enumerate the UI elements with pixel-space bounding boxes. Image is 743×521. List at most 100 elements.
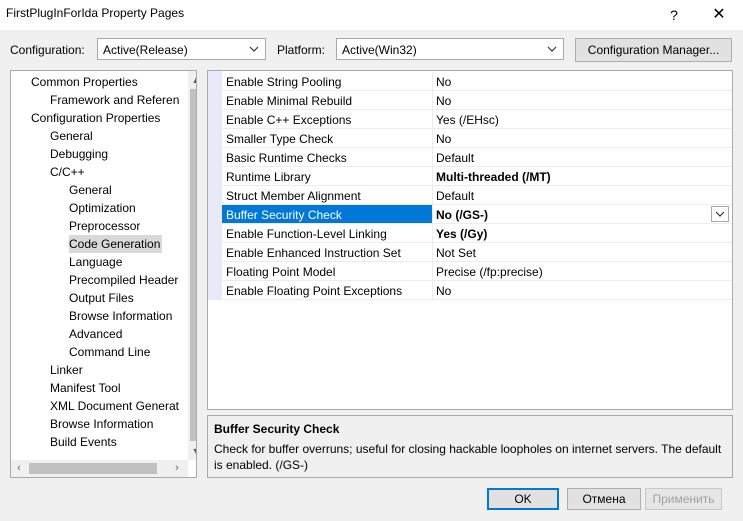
tree-item[interactable]: Build Events bbox=[50, 433, 117, 451]
property-row[interactable]: Smaller Type Check No bbox=[222, 129, 732, 148]
apply-button[interactable]: Применить bbox=[645, 488, 722, 510]
property-name: Struct Member Alignment bbox=[226, 189, 361, 203]
column-separator bbox=[432, 281, 433, 300]
scroll-down-icon[interactable]: ▼ bbox=[188, 443, 196, 459]
tree-item[interactable]: Common Properties bbox=[31, 73, 138, 91]
property-row[interactable]: Enable String Pooling No bbox=[222, 72, 732, 91]
description-panel: Buffer Security Check Check for buffer o… bbox=[207, 415, 733, 478]
tree-item[interactable]: Framework and Referen bbox=[50, 91, 179, 109]
property-value[interactable]: No bbox=[436, 92, 451, 110]
tree-item[interactable]: General bbox=[69, 181, 112, 199]
property-name: Enable C++ Exceptions bbox=[226, 113, 352, 127]
column-separator bbox=[432, 110, 433, 129]
property-value[interactable]: Precise (/fp:precise) bbox=[436, 263, 543, 281]
ok-button[interactable]: OK bbox=[487, 488, 559, 510]
property-row[interactable]: Enable C++ Exceptions Yes (/EHsc) bbox=[222, 110, 732, 129]
property-value[interactable]: No bbox=[436, 130, 451, 148]
property-value[interactable]: No bbox=[436, 282, 451, 300]
tree-item[interactable]: Advanced bbox=[69, 325, 122, 343]
column-separator bbox=[432, 72, 433, 91]
tree-hscroll-thumb[interactable] bbox=[29, 463, 157, 474]
help-button[interactable]: ? bbox=[660, 4, 688, 26]
property-name: Buffer Security Check bbox=[226, 208, 342, 222]
configuration-label: Configuration: bbox=[10, 43, 85, 57]
tree-item[interactable]: Manifest Tool bbox=[50, 379, 120, 397]
column-separator bbox=[432, 186, 433, 205]
column-separator bbox=[432, 224, 433, 243]
description-text: Check for buffer overruns; useful for cl… bbox=[214, 442, 722, 472]
tree-item[interactable]: Code Generation bbox=[69, 235, 163, 253]
chevron-down-icon bbox=[249, 46, 259, 52]
row-divider bbox=[222, 299, 732, 300]
tree-item[interactable]: Precompiled Header bbox=[69, 271, 178, 289]
title-bar: FirstPlugInForIda Property Pages ? ✕ bbox=[0, 0, 743, 30]
column-separator bbox=[432, 148, 433, 167]
configuration-combo[interactable]: Active(Release) bbox=[97, 38, 266, 60]
property-value[interactable]: Default bbox=[436, 149, 474, 167]
column-separator bbox=[432, 129, 433, 148]
tree-item[interactable]: Linker bbox=[50, 361, 83, 379]
scroll-up-icon[interactable]: ▲ bbox=[188, 72, 196, 88]
property-value[interactable]: Yes (/EHsc) bbox=[436, 111, 499, 129]
property-name: Enable Function-Level Linking bbox=[226, 227, 387, 241]
property-row[interactable]: Enable Function-Level Linking Yes (/Gy) bbox=[222, 224, 732, 243]
tree-item[interactable]: C/C++ bbox=[50, 163, 85, 181]
property-name: Enable String Pooling bbox=[226, 75, 342, 89]
column-separator bbox=[432, 243, 433, 262]
tree-item[interactable]: Preprocessor bbox=[69, 217, 140, 235]
tree-horizontal-scrollbar[interactable]: ‹ › bbox=[11, 460, 188, 477]
tree-item[interactable]: Language bbox=[69, 253, 122, 271]
property-value[interactable]: Not Set bbox=[436, 244, 476, 262]
property-name: Floating Point Model bbox=[226, 265, 336, 279]
tree-vscroll-thumb[interactable] bbox=[190, 89, 196, 441]
column-separator bbox=[432, 167, 433, 186]
tree-item[interactable]: Output Files bbox=[69, 289, 134, 307]
property-row[interactable]: Buffer Security Check No (/GS-) bbox=[222, 205, 732, 224]
close-button[interactable]: ✕ bbox=[702, 4, 736, 26]
tree-item[interactable]: Browse Information bbox=[69, 307, 172, 325]
configuration-manager-button[interactable]: Configuration Manager... bbox=[575, 38, 732, 62]
property-name: Smaller Type Check bbox=[226, 132, 334, 146]
property-row[interactable]: Enable Floating Point Exceptions No bbox=[222, 281, 732, 300]
chevron-down-icon bbox=[715, 211, 725, 217]
window-title: FirstPlugInForIda Property Pages bbox=[6, 6, 185, 20]
property-name: Basic Runtime Checks bbox=[226, 151, 347, 165]
scroll-left-icon[interactable]: ‹ bbox=[11, 460, 27, 477]
tree-item[interactable]: Command Line bbox=[69, 343, 150, 361]
configuration-value: Active(Release) bbox=[103, 43, 188, 57]
tree-item[interactable]: Browse Information bbox=[50, 415, 153, 433]
property-row[interactable]: Floating Point Model Precise (/fp:precise… bbox=[222, 262, 732, 281]
platform-value: Active(Win32) bbox=[342, 43, 417, 57]
property-name: Enable Minimal Rebuild bbox=[226, 94, 353, 108]
property-name: Enable Enhanced Instruction Set bbox=[226, 246, 401, 260]
property-name: Enable Floating Point Exceptions bbox=[226, 284, 403, 298]
property-value[interactable]: Yes (/Gy) bbox=[436, 225, 487, 243]
column-separator bbox=[432, 262, 433, 281]
property-name: Runtime Library bbox=[226, 170, 311, 184]
property-value[interactable]: Default bbox=[436, 187, 474, 205]
tree-item[interactable]: General bbox=[50, 127, 93, 145]
tree-item[interactable]: XML Document Generat bbox=[50, 397, 179, 415]
property-row[interactable]: Struct Member Alignment Default bbox=[222, 186, 732, 205]
platform-label: Platform: bbox=[277, 43, 326, 57]
scroll-right-icon[interactable]: › bbox=[169, 460, 185, 477]
platform-combo[interactable]: Active(Win32) bbox=[336, 38, 564, 60]
property-value[interactable]: Multi-threaded (/MT) bbox=[436, 168, 551, 186]
property-value[interactable]: No (/GS-) bbox=[436, 206, 488, 224]
chevron-down-icon bbox=[547, 46, 557, 52]
tree-item[interactable]: Configuration Properties bbox=[31, 109, 160, 127]
grid-gutter bbox=[208, 71, 222, 300]
property-row[interactable]: Enable Minimal Rebuild No bbox=[222, 91, 732, 110]
tree-item[interactable]: Optimization bbox=[69, 199, 136, 217]
property-tree[interactable]: Common Properties Framework and Referen Co… bbox=[10, 70, 197, 478]
value-dropdown-button[interactable] bbox=[711, 206, 729, 222]
property-row[interactable]: Enable Enhanced Instruction Set Not Set bbox=[222, 243, 732, 262]
cancel-button[interactable]: Отмена bbox=[567, 488, 641, 510]
tree-vertical-scrollbar[interactable]: ▲ ▼ bbox=[188, 71, 196, 460]
property-grid[interactable]: Enable String Pooling No Enable Minimal Re… bbox=[207, 70, 733, 410]
property-value[interactable]: No bbox=[436, 73, 451, 91]
tree-item[interactable]: Debugging bbox=[50, 145, 108, 163]
description-title: Buffer Security Check bbox=[214, 422, 340, 436]
property-row[interactable]: Runtime Library Multi-threaded (/MT) bbox=[222, 167, 732, 186]
property-row[interactable]: Basic Runtime Checks Default bbox=[222, 148, 732, 167]
